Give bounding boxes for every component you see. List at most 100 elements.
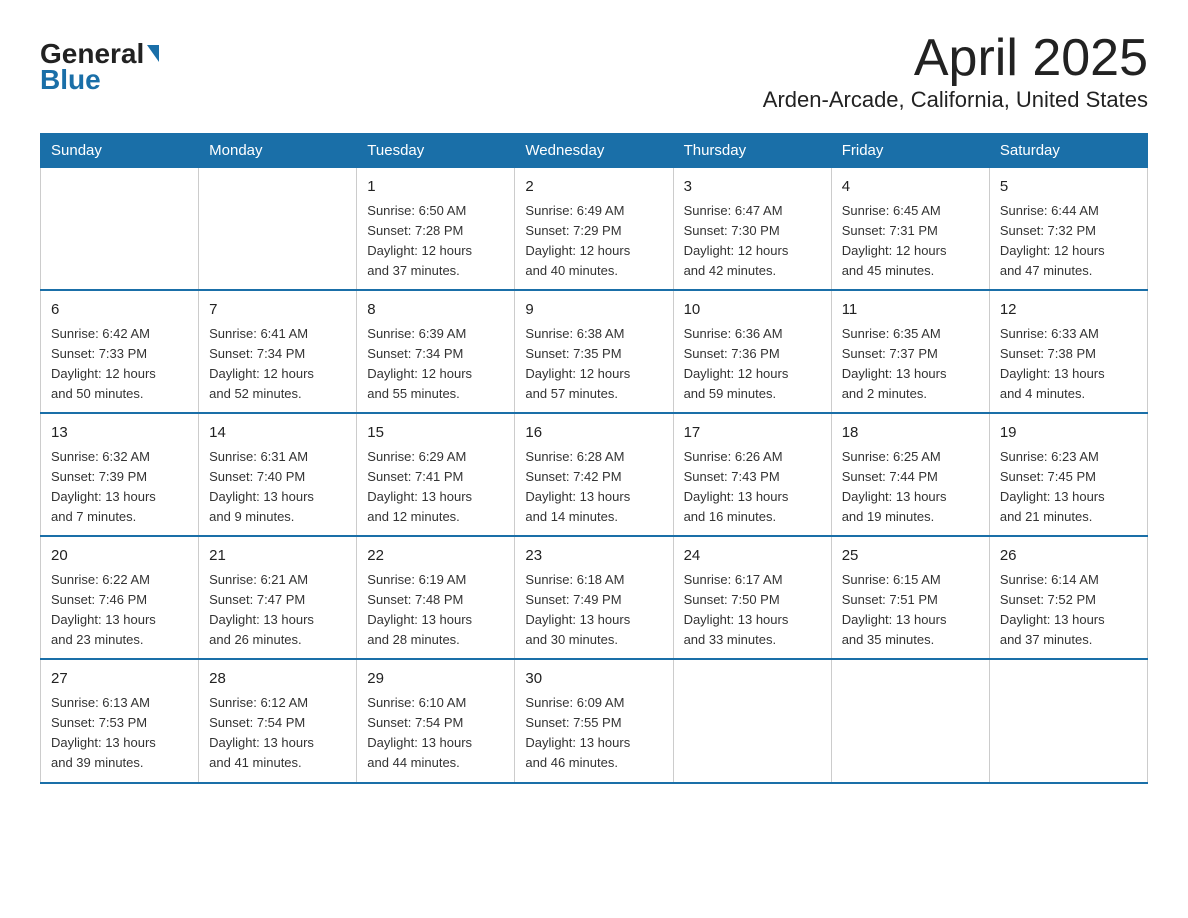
calendar-cell	[989, 659, 1147, 782]
calendar-cell: 17Sunrise: 6:26 AM Sunset: 7:43 PM Dayli…	[673, 413, 831, 536]
day-info: Sunrise: 6:17 AM Sunset: 7:50 PM Dayligh…	[684, 570, 821, 651]
day-info: Sunrise: 6:50 AM Sunset: 7:28 PM Dayligh…	[367, 201, 504, 282]
calendar-cell: 11Sunrise: 6:35 AM Sunset: 7:37 PM Dayli…	[831, 290, 989, 413]
day-number: 30	[525, 668, 662, 691]
day-info: Sunrise: 6:33 AM Sunset: 7:38 PM Dayligh…	[1000, 324, 1137, 405]
calendar-cell: 24Sunrise: 6:17 AM Sunset: 7:50 PM Dayli…	[673, 536, 831, 659]
day-number: 2	[525, 176, 662, 199]
calendar-cell: 27Sunrise: 6:13 AM Sunset: 7:53 PM Dayli…	[41, 659, 199, 782]
calendar-week-row: 27Sunrise: 6:13 AM Sunset: 7:53 PM Dayli…	[41, 659, 1148, 782]
day-info: Sunrise: 6:13 AM Sunset: 7:53 PM Dayligh…	[51, 693, 188, 774]
calendar-cell	[199, 168, 357, 291]
day-info: Sunrise: 6:38 AM Sunset: 7:35 PM Dayligh…	[525, 324, 662, 405]
day-info: Sunrise: 6:44 AM Sunset: 7:32 PM Dayligh…	[1000, 201, 1137, 282]
weekday-header-friday: Friday	[831, 134, 989, 168]
day-number: 12	[1000, 299, 1137, 322]
calendar-week-row: 1Sunrise: 6:50 AM Sunset: 7:28 PM Daylig…	[41, 168, 1148, 291]
calendar-cell: 23Sunrise: 6:18 AM Sunset: 7:49 PM Dayli…	[515, 536, 673, 659]
calendar-cell: 1Sunrise: 6:50 AM Sunset: 7:28 PM Daylig…	[357, 168, 515, 291]
day-number: 9	[525, 299, 662, 322]
logo-blue: Blue	[40, 66, 101, 94]
calendar-cell: 16Sunrise: 6:28 AM Sunset: 7:42 PM Dayli…	[515, 413, 673, 536]
calendar-week-row: 13Sunrise: 6:32 AM Sunset: 7:39 PM Dayli…	[41, 413, 1148, 536]
day-info: Sunrise: 6:35 AM Sunset: 7:37 PM Dayligh…	[842, 324, 979, 405]
calendar-cell: 3Sunrise: 6:47 AM Sunset: 7:30 PM Daylig…	[673, 168, 831, 291]
day-info: Sunrise: 6:12 AM Sunset: 7:54 PM Dayligh…	[209, 693, 346, 774]
day-number: 8	[367, 299, 504, 322]
day-info: Sunrise: 6:47 AM Sunset: 7:30 PM Dayligh…	[684, 201, 821, 282]
day-info: Sunrise: 6:49 AM Sunset: 7:29 PM Dayligh…	[525, 201, 662, 282]
day-number: 17	[684, 422, 821, 445]
page-header: General Blue April 2025 Arden-Arcade, Ca…	[40, 30, 1148, 113]
day-info: Sunrise: 6:39 AM Sunset: 7:34 PM Dayligh…	[367, 324, 504, 405]
day-number: 18	[842, 422, 979, 445]
day-number: 6	[51, 299, 188, 322]
logo: General Blue	[40, 40, 159, 94]
weekday-header-tuesday: Tuesday	[357, 134, 515, 168]
day-number: 29	[367, 668, 504, 691]
calendar-cell: 13Sunrise: 6:32 AM Sunset: 7:39 PM Dayli…	[41, 413, 199, 536]
page-title: April 2025	[763, 30, 1148, 87]
day-number: 27	[51, 668, 188, 691]
day-info: Sunrise: 6:45 AM Sunset: 7:31 PM Dayligh…	[842, 201, 979, 282]
calendar-cell: 9Sunrise: 6:38 AM Sunset: 7:35 PM Daylig…	[515, 290, 673, 413]
weekday-header-wednesday: Wednesday	[515, 134, 673, 168]
day-number: 28	[209, 668, 346, 691]
day-info: Sunrise: 6:15 AM Sunset: 7:51 PM Dayligh…	[842, 570, 979, 651]
weekday-header-saturday: Saturday	[989, 134, 1147, 168]
weekday-header-monday: Monday	[199, 134, 357, 168]
page-subtitle: Arden-Arcade, California, United States	[763, 87, 1148, 113]
day-number: 4	[842, 176, 979, 199]
day-info: Sunrise: 6:32 AM Sunset: 7:39 PM Dayligh…	[51, 447, 188, 528]
day-info: Sunrise: 6:29 AM Sunset: 7:41 PM Dayligh…	[367, 447, 504, 528]
day-number: 11	[842, 299, 979, 322]
day-info: Sunrise: 6:14 AM Sunset: 7:52 PM Dayligh…	[1000, 570, 1137, 651]
calendar-cell: 2Sunrise: 6:49 AM Sunset: 7:29 PM Daylig…	[515, 168, 673, 291]
calendar-cell: 28Sunrise: 6:12 AM Sunset: 7:54 PM Dayli…	[199, 659, 357, 782]
day-number: 22	[367, 545, 504, 568]
calendar-table: SundayMondayTuesdayWednesdayThursdayFrid…	[40, 133, 1148, 783]
title-block: April 2025 Arden-Arcade, California, Uni…	[763, 30, 1148, 113]
day-info: Sunrise: 6:25 AM Sunset: 7:44 PM Dayligh…	[842, 447, 979, 528]
calendar-cell	[831, 659, 989, 782]
day-info: Sunrise: 6:19 AM Sunset: 7:48 PM Dayligh…	[367, 570, 504, 651]
calendar-cell: 25Sunrise: 6:15 AM Sunset: 7:51 PM Dayli…	[831, 536, 989, 659]
calendar-cell	[41, 168, 199, 291]
day-number: 15	[367, 422, 504, 445]
day-number: 7	[209, 299, 346, 322]
day-number: 24	[684, 545, 821, 568]
calendar-week-row: 6Sunrise: 6:42 AM Sunset: 7:33 PM Daylig…	[41, 290, 1148, 413]
calendar-cell: 18Sunrise: 6:25 AM Sunset: 7:44 PM Dayli…	[831, 413, 989, 536]
day-number: 13	[51, 422, 188, 445]
day-number: 26	[1000, 545, 1137, 568]
day-info: Sunrise: 6:31 AM Sunset: 7:40 PM Dayligh…	[209, 447, 346, 528]
calendar-cell: 26Sunrise: 6:14 AM Sunset: 7:52 PM Dayli…	[989, 536, 1147, 659]
calendar-cell: 15Sunrise: 6:29 AM Sunset: 7:41 PM Dayli…	[357, 413, 515, 536]
calendar-cell: 22Sunrise: 6:19 AM Sunset: 7:48 PM Dayli…	[357, 536, 515, 659]
calendar-cell: 5Sunrise: 6:44 AM Sunset: 7:32 PM Daylig…	[989, 168, 1147, 291]
day-number: 10	[684, 299, 821, 322]
day-number: 14	[209, 422, 346, 445]
day-number: 3	[684, 176, 821, 199]
calendar-cell: 21Sunrise: 6:21 AM Sunset: 7:47 PM Dayli…	[199, 536, 357, 659]
day-info: Sunrise: 6:41 AM Sunset: 7:34 PM Dayligh…	[209, 324, 346, 405]
calendar-cell: 14Sunrise: 6:31 AM Sunset: 7:40 PM Dayli…	[199, 413, 357, 536]
day-info: Sunrise: 6:23 AM Sunset: 7:45 PM Dayligh…	[1000, 447, 1137, 528]
day-number: 25	[842, 545, 979, 568]
calendar-cell: 6Sunrise: 6:42 AM Sunset: 7:33 PM Daylig…	[41, 290, 199, 413]
calendar-header-row: SundayMondayTuesdayWednesdayThursdayFrid…	[41, 134, 1148, 168]
day-number: 23	[525, 545, 662, 568]
day-number: 5	[1000, 176, 1137, 199]
day-info: Sunrise: 6:09 AM Sunset: 7:55 PM Dayligh…	[525, 693, 662, 774]
calendar-cell: 10Sunrise: 6:36 AM Sunset: 7:36 PM Dayli…	[673, 290, 831, 413]
day-number: 16	[525, 422, 662, 445]
calendar-cell: 7Sunrise: 6:41 AM Sunset: 7:34 PM Daylig…	[199, 290, 357, 413]
day-info: Sunrise: 6:21 AM Sunset: 7:47 PM Dayligh…	[209, 570, 346, 651]
day-info: Sunrise: 6:36 AM Sunset: 7:36 PM Dayligh…	[684, 324, 821, 405]
day-number: 20	[51, 545, 188, 568]
calendar-cell: 29Sunrise: 6:10 AM Sunset: 7:54 PM Dayli…	[357, 659, 515, 782]
logo-triangle-icon	[147, 45, 159, 62]
calendar-cell: 19Sunrise: 6:23 AM Sunset: 7:45 PM Dayli…	[989, 413, 1147, 536]
weekday-header-sunday: Sunday	[41, 134, 199, 168]
calendar-cell: 4Sunrise: 6:45 AM Sunset: 7:31 PM Daylig…	[831, 168, 989, 291]
